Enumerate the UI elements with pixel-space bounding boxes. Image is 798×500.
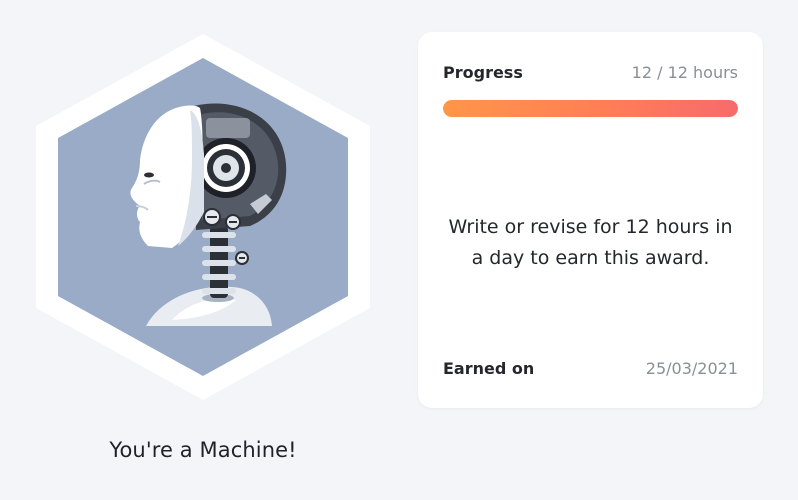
robot-hexagon-badge-icon <box>36 34 370 400</box>
award-badge <box>36 34 370 400</box>
progress-label: Progress <box>443 63 523 82</box>
progress-row: Progress 12 / 12 hours <box>443 63 738 82</box>
earned-date: 25/03/2021 <box>645 359 738 378</box>
progress-bar <box>443 100 738 117</box>
award-detail-view: You're a Machine! Progress 12 / 12 hours… <box>0 0 798 500</box>
earned-label: Earned on <box>443 359 535 378</box>
award-details-card: Progress 12 / 12 hours Write or revise f… <box>418 32 763 408</box>
earned-row: Earned on 25/03/2021 <box>443 359 738 378</box>
award-description: Write or revise for 12 hours in a day to… <box>448 216 733 269</box>
progress-value: 12 / 12 hours <box>631 63 738 82</box>
award-title: You're a Machine! <box>109 438 297 462</box>
progress-bar-fill <box>443 100 738 117</box>
